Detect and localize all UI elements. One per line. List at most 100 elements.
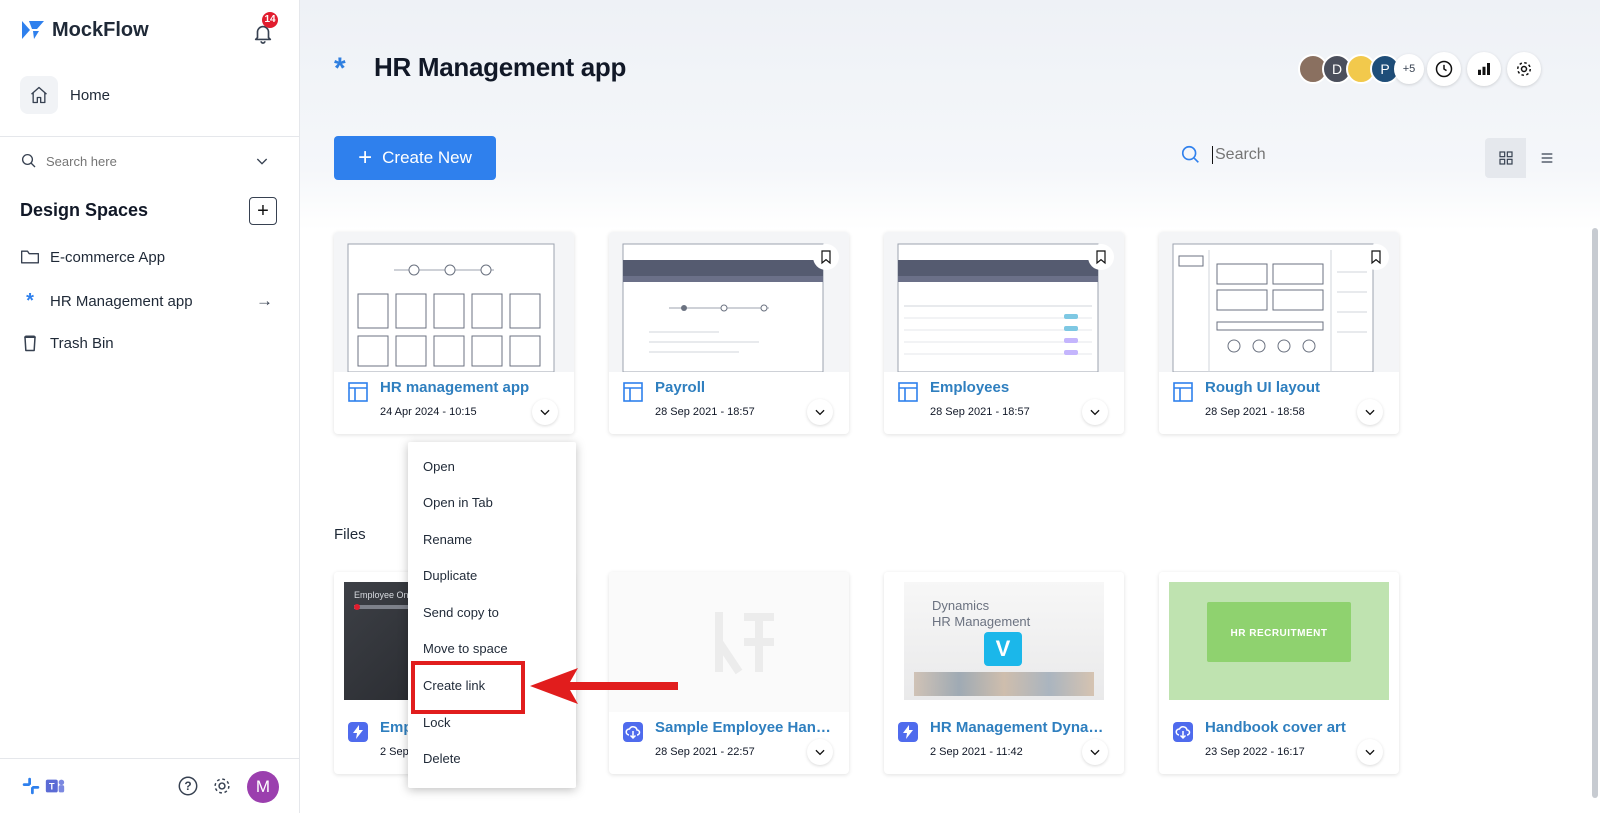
notification-badge: 14 [262, 12, 278, 28]
user-avatar[interactable]: M [247, 771, 279, 803]
sidebar-item-hr-management[interactable]: * HR Management app [20, 290, 193, 313]
menu-item-duplicate[interactable]: Duplicate [423, 568, 477, 583]
add-space-button[interactable]: + [249, 197, 277, 225]
create-new-button[interactable]: + Create New [334, 136, 496, 180]
chevron-down-icon [1365, 749, 1375, 756]
gear-icon[interactable] [211, 775, 233, 797]
help-icon[interactable]: ? [177, 775, 199, 797]
chevron-down-icon [540, 409, 550, 416]
main-search[interactable] [1180, 144, 1412, 166]
bookmark-icon[interactable] [813, 244, 839, 270]
chevron-down-icon [815, 409, 825, 416]
highlight-annotation [411, 661, 525, 714]
project-title[interactable]: Employees [930, 379, 1009, 396]
svg-text:?: ? [184, 779, 191, 793]
sidebar-item-label: E-commerce App [50, 248, 166, 266]
folder-icon [21, 250, 39, 264]
gear-icon [1517, 62, 1531, 76]
list-icon [1541, 153, 1552, 163]
sidebar-item-home[interactable]: Home [20, 76, 110, 114]
project-title[interactable]: HR management app [380, 379, 529, 396]
file-card[interactable]: Dynamics HR Management V HR Management D… [884, 572, 1124, 774]
create-new-label: Create New [382, 148, 472, 167]
chevron-down-icon [1365, 409, 1375, 416]
grid-view-button[interactable] [1485, 138, 1526, 178]
project-thumbnail [1159, 232, 1399, 372]
collaborator-avatars[interactable]: D P +5 [1298, 54, 1424, 84]
menu-item-open-in-tab[interactable]: Open in Tab [423, 495, 493, 510]
menu-item-lock[interactable]: Lock [423, 715, 450, 730]
asterisk-icon: * [334, 52, 346, 85]
sidebar: MockFlow 14 Home Design Spaces + E-comme… [0, 0, 300, 813]
bookmark-icon[interactable] [1088, 244, 1114, 270]
main-search-input[interactable] [1212, 146, 1412, 164]
project-card[interactable]: Rough UI layout 28 Sep 2021 - 18:58 [1159, 232, 1399, 434]
menu-item-rename[interactable]: Rename [423, 532, 472, 547]
grid-icon [1498, 151, 1513, 165]
project-card[interactable]: HR management app 24 Apr 2024 - 10:15 [334, 232, 574, 434]
cloud-download-icon [1173, 722, 1193, 742]
sidebar-item-label: HR Management app [50, 293, 193, 310]
analytics-button[interactable] [1467, 52, 1501, 86]
files-section-label: Files [334, 526, 366, 543]
menu-item-move-to-space[interactable]: Move to space [423, 641, 508, 656]
project-title[interactable]: Payroll [655, 379, 705, 396]
chevron-down-icon [815, 749, 825, 756]
file-options-button[interactable] [1082, 739, 1108, 765]
project-options-button[interactable] [532, 399, 558, 425]
file-options-button[interactable] [1357, 739, 1383, 765]
menu-item-delete[interactable]: Delete [423, 751, 461, 766]
teams-icon[interactable]: T [44, 775, 66, 797]
trash-icon [24, 335, 36, 352]
project-card[interactable]: Employees 28 Sep 2021 - 18:57 [884, 232, 1124, 434]
file-thumbnail-text: HR Management [932, 614, 1031, 629]
context-menu: Open Open in Tab Rename Duplicate Send c… [408, 442, 576, 788]
menu-item-open[interactable]: Open [423, 459, 455, 474]
file-title[interactable]: Sample Employee Hand… [655, 719, 835, 736]
file-thumbnail-text: Dynamics [932, 598, 990, 613]
sidebar-item-trash[interactable]: Trash Bin [20, 333, 114, 353]
bookmark-icon[interactable] [1363, 244, 1389, 270]
svg-text:T: T [49, 782, 55, 792]
file-thumbnail: HR RECRUITMENT [1159, 572, 1399, 712]
asterisk-icon: * [26, 290, 34, 312]
project-title[interactable]: Rough UI layout [1205, 379, 1320, 396]
wireframe-icon [898, 382, 918, 402]
lightning-icon [348, 722, 368, 742]
chevron-down-icon [1090, 749, 1100, 756]
search-icon [1181, 145, 1199, 163]
sidebar-search-input[interactable] [46, 153, 246, 169]
arrow-left-annotation-icon [530, 668, 678, 704]
history-button[interactable] [1427, 52, 1461, 86]
play-video-icon[interactable]: V [984, 632, 1022, 666]
arrow-right-icon[interactable]: → [256, 291, 273, 311]
file-options-button[interactable] [807, 739, 833, 765]
project-options-button[interactable] [1357, 399, 1383, 425]
project-card[interactable]: Payroll 28 Sep 2021 - 18:57 [609, 232, 849, 434]
file-title[interactable]: HR Management Dyna… [930, 719, 1103, 736]
sidebar-search[interactable] [20, 152, 278, 170]
bar-chart-icon [1478, 63, 1490, 75]
chevron-down-icon[interactable] [254, 153, 270, 169]
project-thumbnail [609, 232, 849, 372]
project-options-button[interactable] [1082, 399, 1108, 425]
sidebar-item-ecommerce[interactable]: E-commerce App [20, 247, 165, 267]
scrollbar[interactable] [1592, 228, 1598, 798]
file-title[interactable]: Handbook cover art [1205, 719, 1346, 736]
list-view-button[interactable] [1526, 138, 1567, 178]
file-thumbnail-text: HR RECRUITMENT [1230, 628, 1328, 639]
file-thumbnail: Dynamics HR Management V [884, 572, 1124, 712]
mockflow-logo[interactable]: MockFlow [20, 18, 149, 42]
file-card[interactable]: HR RECRUITMENT Handbook cover art 23 Sep… [1159, 572, 1399, 774]
chevron-down-icon [1090, 409, 1100, 416]
search-icon [21, 153, 36, 168]
project-thumbnail [884, 232, 1124, 372]
clock-icon [1435, 60, 1453, 78]
more-collaborators-badge[interactable]: +5 [1394, 54, 1424, 84]
project-options-button[interactable] [807, 399, 833, 425]
menu-item-send-copy[interactable]: Send copy to [423, 605, 499, 620]
slack-icon[interactable] [20, 775, 42, 797]
sidebar-footer: T ? M [0, 758, 300, 813]
lightning-icon [898, 722, 918, 742]
settings-button[interactable] [1507, 52, 1541, 86]
